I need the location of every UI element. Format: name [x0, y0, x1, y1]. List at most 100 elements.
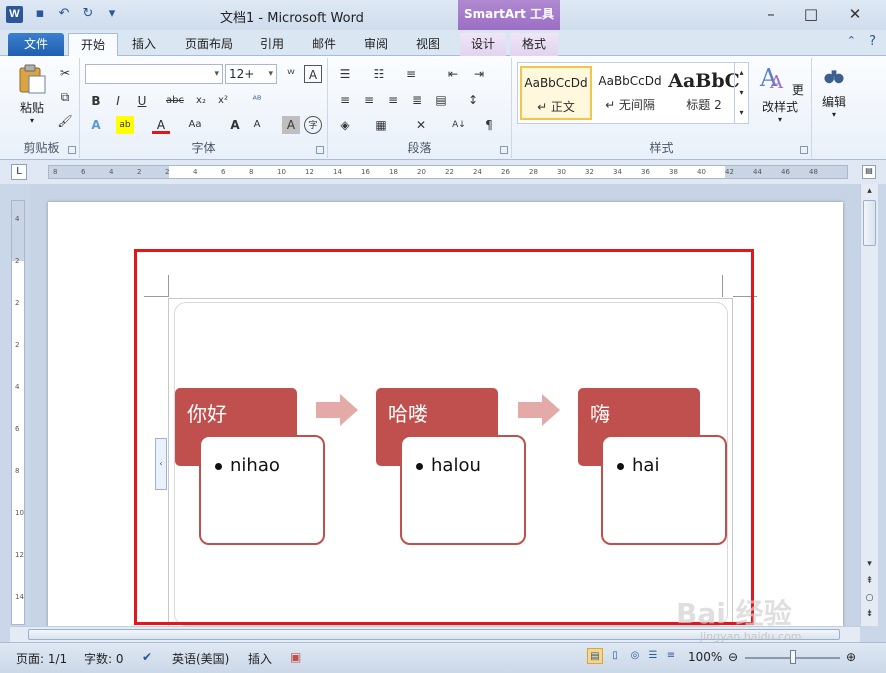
prev-page-icon[interactable]: ⇞ — [863, 576, 876, 586]
cut-icon[interactable]: ✂ — [56, 64, 74, 82]
customize-qat-icon[interactable]: ▾ — [102, 5, 122, 23]
styles-launcher-icon[interactable] — [800, 146, 808, 154]
phonetic-guide-icon[interactable]: ᵂ — [282, 65, 300, 83]
ruler-tick-label: 6 — [81, 168, 86, 176]
font-name-combo[interactable] — [85, 64, 223, 84]
grow-font-icon[interactable]: A — [226, 116, 244, 134]
strikethrough-icon[interactable]: abc — [166, 92, 184, 110]
style-normal[interactable]: AaBbCcDd ↵ 正文 — [520, 66, 592, 120]
align-center-icon[interactable]: ≡ — [360, 91, 378, 109]
italic-icon[interactable]: I — [109, 92, 127, 110]
tab-references[interactable]: 引用 — [252, 33, 292, 56]
bold-icon[interactable]: B — [87, 92, 105, 110]
ruler-tick-label: 48 — [809, 168, 818, 176]
borders-icon[interactable]: ▦ — [372, 116, 390, 134]
tab-view[interactable]: 视图 — [408, 33, 448, 56]
zoom-level[interactable]: 100% — [688, 650, 722, 664]
macro-record-icon[interactable]: ▣ — [290, 650, 301, 664]
browse-object-icon[interactable]: ○ — [863, 593, 876, 603]
editing-button[interactable]: 编辑 ▾ — [816, 64, 852, 119]
outline-view-icon[interactable]: ☰ — [645, 648, 661, 664]
next-page-icon[interactable]: ⇟ — [863, 609, 876, 619]
subscript-icon[interactable]: x₂ — [192, 92, 210, 110]
proofing-icon[interactable]: ✔ — [142, 650, 152, 664]
underline-icon[interactable]: U — [133, 92, 151, 110]
zoom-in-icon[interactable]: ⊕ — [846, 650, 856, 664]
zoom-out-icon[interactable]: ⊖ — [728, 650, 738, 664]
tab-selector-icon[interactable]: L — [11, 164, 27, 180]
tab-home[interactable]: 开始 — [68, 33, 118, 56]
font-size-combo[interactable]: 12+ — [225, 64, 277, 84]
bullets-icon[interactable]: ☰ — [336, 65, 354, 83]
scroll-down-icon[interactable]: ▾ — [863, 559, 876, 569]
help-icon[interactable]: ? — [869, 34, 876, 49]
tab-page-layout[interactable]: 页面布局 — [176, 33, 242, 56]
align-left-icon[interactable]: ≡ — [336, 91, 354, 109]
decrease-indent-icon[interactable]: ⇤ — [444, 65, 462, 83]
style-heading-2[interactable]: AaBbC 标题 2 — [668, 66, 740, 120]
redo-icon[interactable]: ↻ — [78, 5, 98, 23]
format-painter-icon[interactable]: 🖌 — [56, 112, 74, 130]
insert-mode[interactable]: 插入 — [248, 650, 272, 667]
minimize-ribbon-icon[interactable]: ⌃ — [847, 34, 856, 47]
vertical-ruler[interactable]: 4 2 2 2 4 6 8 10 12 14 — [11, 200, 25, 625]
increase-indent-icon[interactable]: ⇥ — [470, 65, 488, 83]
paste-button[interactable]: 粘贴 ▾ — [12, 64, 52, 125]
gallery-scroll[interactable]: ▴ ▾ ▾ — [734, 63, 748, 123]
font-group: 12+ ᵂ A B I U abc x₂ x² ᴬᴮ A ab A Aa A A… — [80, 58, 328, 158]
language-indicator[interactable]: 英语(美国) — [172, 650, 229, 667]
char-shading-icon[interactable]: A — [282, 116, 300, 134]
change-case-icon[interactable]: Aa — [186, 116, 204, 134]
word-app-icon[interactable]: W — [6, 6, 23, 23]
horizontal-ruler[interactable]: 8 6 4 2 2 4 6 8 10 12 14 16 18 20 22 24 26 28 30 32 34 36 38 40… — [48, 165, 848, 179]
align-right-icon[interactable]: ≡ — [384, 91, 402, 109]
font-color-icon[interactable]: A — [152, 116, 170, 134]
close-icon[interactable]: ✕ — [842, 4, 868, 24]
maximize-icon[interactable]: □ — [798, 4, 824, 24]
multilevel-list-icon[interactable]: ≡ — [402, 65, 420, 83]
enclose-char-icon[interactable]: 字 — [304, 116, 322, 134]
line-spacing-icon[interactable]: ↕ — [464, 91, 482, 109]
print-layout-view-icon[interactable]: ▤ — [587, 648, 603, 664]
distributed-icon[interactable]: ▤ — [432, 91, 450, 109]
draft-view-icon[interactable]: ≡ — [663, 648, 679, 664]
vertical-scroll-thumb[interactable] — [863, 200, 876, 246]
shrink-font-icon[interactable]: A — [248, 116, 266, 134]
justify-icon[interactable]: ≣ — [408, 91, 426, 109]
web-layout-icon[interactable]: ◎ — [627, 648, 643, 664]
numbering-icon[interactable]: ☷ — [370, 65, 388, 83]
highlight-icon[interactable]: ab — [116, 116, 134, 134]
copy-icon[interactable]: ⧉ — [56, 88, 74, 106]
chinese-layout-icon[interactable]: ✕ — [412, 116, 430, 134]
tab-review[interactable]: 审阅 — [356, 33, 396, 56]
char-border-icon[interactable]: A — [304, 65, 322, 83]
tab-insert[interactable]: 插入 — [124, 33, 164, 56]
superscript-icon[interactable]: x² — [214, 92, 232, 110]
text-effects-icon[interactable]: A — [87, 116, 105, 134]
clipboard-launcher-icon[interactable] — [68, 146, 76, 154]
baidu-watermark-url: jingyan.baidu.com — [700, 630, 802, 643]
view-ruler-icon[interactable]: ▤ — [862, 165, 876, 179]
clear-format-icon[interactable]: ᴬᴮ — [248, 92, 266, 110]
change-styles-button[interactable]: A A 更改样式 ▾ — [752, 62, 808, 124]
tab-smartart-design[interactable]: 设计 — [460, 33, 506, 56]
shading-icon[interactable]: ◈ — [336, 116, 354, 134]
sort-icon[interactable]: A↓ — [450, 116, 468, 134]
undo-icon[interactable]: ↶ — [54, 5, 74, 23]
font-launcher-icon[interactable] — [316, 146, 324, 154]
show-marks-icon[interactable]: ¶ — [480, 116, 498, 134]
save-icon[interactable]: ▪ — [30, 5, 50, 23]
scroll-up-icon[interactable]: ▴ — [863, 186, 876, 196]
tab-smartart-format[interactable]: 格式 — [510, 33, 558, 56]
ruler-tick-label: 12 — [15, 551, 24, 559]
paragraph-launcher-icon[interactable] — [500, 146, 508, 154]
minimize-icon[interactable]: – — [758, 4, 784, 24]
vertical-scrollbar[interactable]: ▴ ▾ ⇞ ○ ⇟ — [860, 184, 878, 626]
tab-file[interactable]: 文件 — [8, 33, 64, 56]
zoom-slider-thumb[interactable] — [790, 650, 796, 664]
style-no-spacing[interactable]: AaBbCcDd ↵ 无间隔 — [594, 66, 666, 120]
tab-mailings[interactable]: 邮件 — [304, 33, 344, 56]
page-count[interactable]: 页面: 1/1 — [16, 650, 67, 667]
full-screen-reading-icon[interactable]: ▯ — [607, 648, 623, 664]
word-count[interactable]: 字数: 0 — [84, 650, 124, 667]
